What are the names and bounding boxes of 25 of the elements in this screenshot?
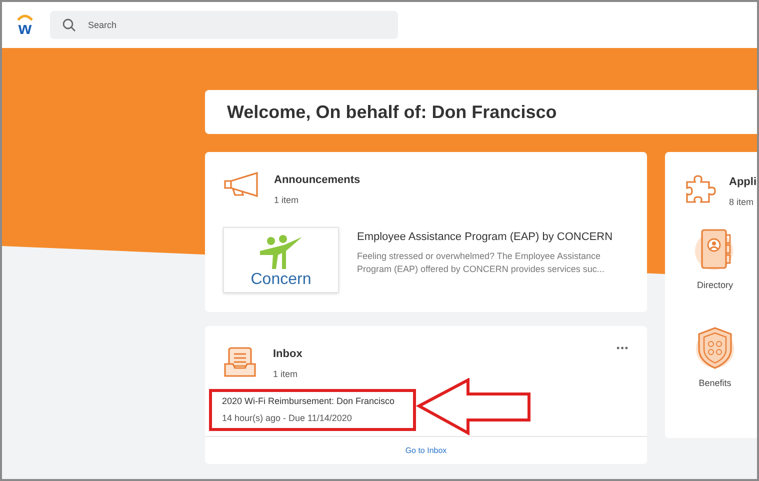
workday-logo[interactable]: w <box>2 14 48 36</box>
app-label[interactable]: Directory <box>696 279 733 292</box>
concern-logo: Concern <box>223 227 339 293</box>
address-book-icon <box>694 227 736 273</box>
search-field[interactable]: Search <box>50 11 398 39</box>
shield-icon <box>694 324 736 370</box>
puzzle-icon <box>685 174 717 204</box>
card-title[interactable]: Inbox <box>273 346 302 362</box>
card-title[interactable]: Announcements <box>274 172 360 188</box>
welcome-title: Welcome, On behalf of: Don Francisco <box>227 100 557 124</box>
highlight-box[interactable]: 2020 Wi-Fi Reimbursement: Don Francisco 14 hour(s) ago - Due 11/14/2020 <box>209 389 416 431</box>
announcement-description: Feeling stressed or overwhelmed? The Employee Assistance Program (EAP) offered by CONCERN provides services suc... <box>357 250 606 276</box>
card-title[interactable]: Appli <box>729 174 756 190</box>
app-label[interactable]: Benefits <box>698 376 732 390</box>
item-count: 1 item <box>274 194 300 206</box>
go-to-inbox-link[interactable]: Go to Inbox <box>405 444 447 456</box>
inbox-item-due: 14 hour(s) ago - Due 11/14/2020 <box>222 412 353 425</box>
inbox-item-title: 2020 Wi-Fi Reimbursement: Don Francisco <box>222 395 396 408</box>
announcement-title[interactable]: Employee Assistance Program (EAP) by CONCERN <box>357 229 627 246</box>
more-button[interactable]: ••• <box>616 342 629 356</box>
inbox-tray-icon <box>223 346 257 378</box>
item-count: 1 item <box>273 368 299 380</box>
megaphone-icon <box>223 172 259 198</box>
item-count: 8 item <box>729 196 755 208</box>
search-icon <box>62 18 76 32</box>
